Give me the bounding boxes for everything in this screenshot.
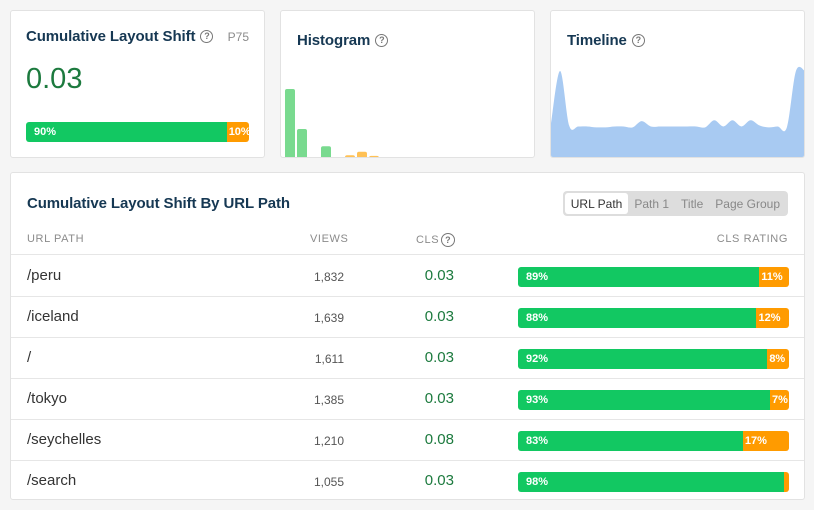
header-url-path[interactable]: URL PATH <box>27 233 84 245</box>
table-title: Cumulative Layout Shift By URL Path <box>27 195 290 212</box>
cls-value: 0.03 <box>26 63 83 95</box>
grouping-tabs: URL Path Path 1 Title Page Group <box>562 191 788 216</box>
views-value: 1,832 <box>313 270 344 284</box>
cls-rating-bar: 88% 12% <box>518 308 789 328</box>
views-value: 1,611 <box>314 352 344 366</box>
histogram-bar[interactable] <box>321 146 331 158</box>
cls-value: 0.03 <box>424 308 454 325</box>
table-row[interactable]: /tokyo 1,385 0.03 93% 7% <box>11 379 804 420</box>
histogram-bar[interactable] <box>285 89 295 158</box>
timeline-area[interactable] <box>551 66 805 158</box>
cls-rating-bar: 93% 7% <box>518 390 789 410</box>
histogram-title-text: Histogram <box>297 32 371 49</box>
rating-good-segment: 90% <box>26 122 227 142</box>
timeline-title: Timeline ? <box>567 32 645 49</box>
cls-rating-bar: 90% 10% <box>26 122 249 142</box>
cls-rating-bar: 92% 8% <box>518 349 789 369</box>
rating-ni-segment: 8% <box>767 349 789 369</box>
views-value: 1,210 <box>313 434 344 448</box>
rating-ni-segment <box>783 472 789 492</box>
percentile-label: P75 <box>227 30 249 44</box>
histogram-bar[interactable] <box>345 155 355 158</box>
url-path-link[interactable]: /iceland <box>27 308 79 325</box>
help-icon[interactable]: ? <box>441 233 456 247</box>
rating-ni-segment: 7% <box>770 390 789 410</box>
cls-value: 0.03 <box>424 349 454 366</box>
rating-good-segment: 98% <box>518 472 784 492</box>
rating-ni-segment: 11% <box>759 267 789 287</box>
cls-card-title: Cumulative Layout Shift ? <box>26 28 214 45</box>
timeline-card: Timeline ? <box>550 10 805 158</box>
url-path-link[interactable]: / <box>27 349 31 366</box>
rating-good-segment: 83% <box>518 431 743 451</box>
url-path-link[interactable]: /seychelles <box>27 431 101 448</box>
cls-rating-bar: 89% 11% <box>518 267 789 287</box>
table-row[interactable]: /iceland 1,639 0.03 88% 12% <box>11 297 804 338</box>
histogram-title: Histogram ? <box>297 32 389 49</box>
table-row[interactable]: /seychelles 1,210 0.08 83% 17% <box>11 420 804 461</box>
views-value: 1,385 <box>313 393 344 407</box>
table-row[interactable]: /peru 1,832 0.03 89% 11% <box>11 256 804 297</box>
rating-good-segment: 88% <box>518 308 757 328</box>
url-path-link[interactable]: /search <box>27 472 76 489</box>
url-path-link[interactable]: /tokyo <box>27 390 67 407</box>
rating-ni-segment: 12% <box>756 308 789 328</box>
rating-ni-segment: 10% <box>226 122 249 142</box>
tab-page-group[interactable]: Page Group <box>709 193 786 214</box>
rating-good-segment: 92% <box>518 349 768 369</box>
help-icon[interactable]: ? <box>631 34 645 47</box>
cls-rating-bar: 98% <box>518 472 789 492</box>
table-row[interactable]: / 1,611 0.03 92% 8% <box>11 338 804 379</box>
views-value: 1,055 <box>313 475 344 489</box>
histogram-card: Histogram ? <box>280 10 535 158</box>
url-path-link[interactable]: /peru <box>27 267 61 284</box>
help-icon[interactable]: ? <box>375 34 389 47</box>
cls-summary-card: Cumulative Layout Shift ? P75 0.03 90% 1… <box>10 10 265 158</box>
rating-ni-segment: 17% <box>742 431 789 451</box>
rating-good-segment: 89% <box>518 267 760 287</box>
cls-rating-bar: 83% 17% <box>518 431 789 451</box>
tab-path-1[interactable]: Path 1 <box>628 193 675 214</box>
header-views[interactable]: VIEWS <box>310 233 348 245</box>
rating-good-segment: 93% <box>518 390 771 410</box>
table-row[interactable]: /search 1,055 0.03 98% <box>11 461 804 499</box>
histogram-bar[interactable] <box>369 155 379 158</box>
cls-value: 0.03 <box>424 267 454 284</box>
header-cls-label: CLS <box>416 234 440 246</box>
tab-title[interactable]: Title <box>675 193 709 214</box>
cls-value: 0.03 <box>424 390 454 407</box>
header-cls[interactable]: CLS ? <box>416 233 456 247</box>
header-cls-rating[interactable]: CLS RATING <box>717 233 788 245</box>
table-header: URL PATH VIEWS CLS ? CLS RATING <box>11 233 804 255</box>
cls-card-title-text: Cumulative Layout Shift <box>26 28 196 45</box>
cls-value: 0.03 <box>424 472 454 489</box>
cls-value: 0.08 <box>424 431 454 448</box>
tab-url-path[interactable]: URL Path <box>564 193 629 214</box>
help-icon[interactable]: ? <box>200 30 214 43</box>
timeline-title-text: Timeline <box>567 32 627 49</box>
histogram-bar[interactable] <box>297 129 307 158</box>
views-value: 1,639 <box>313 311 344 325</box>
histogram-bar[interactable] <box>357 151 367 158</box>
cls-by-url-card: Cumulative Layout Shift By URL Path URL … <box>10 172 805 500</box>
